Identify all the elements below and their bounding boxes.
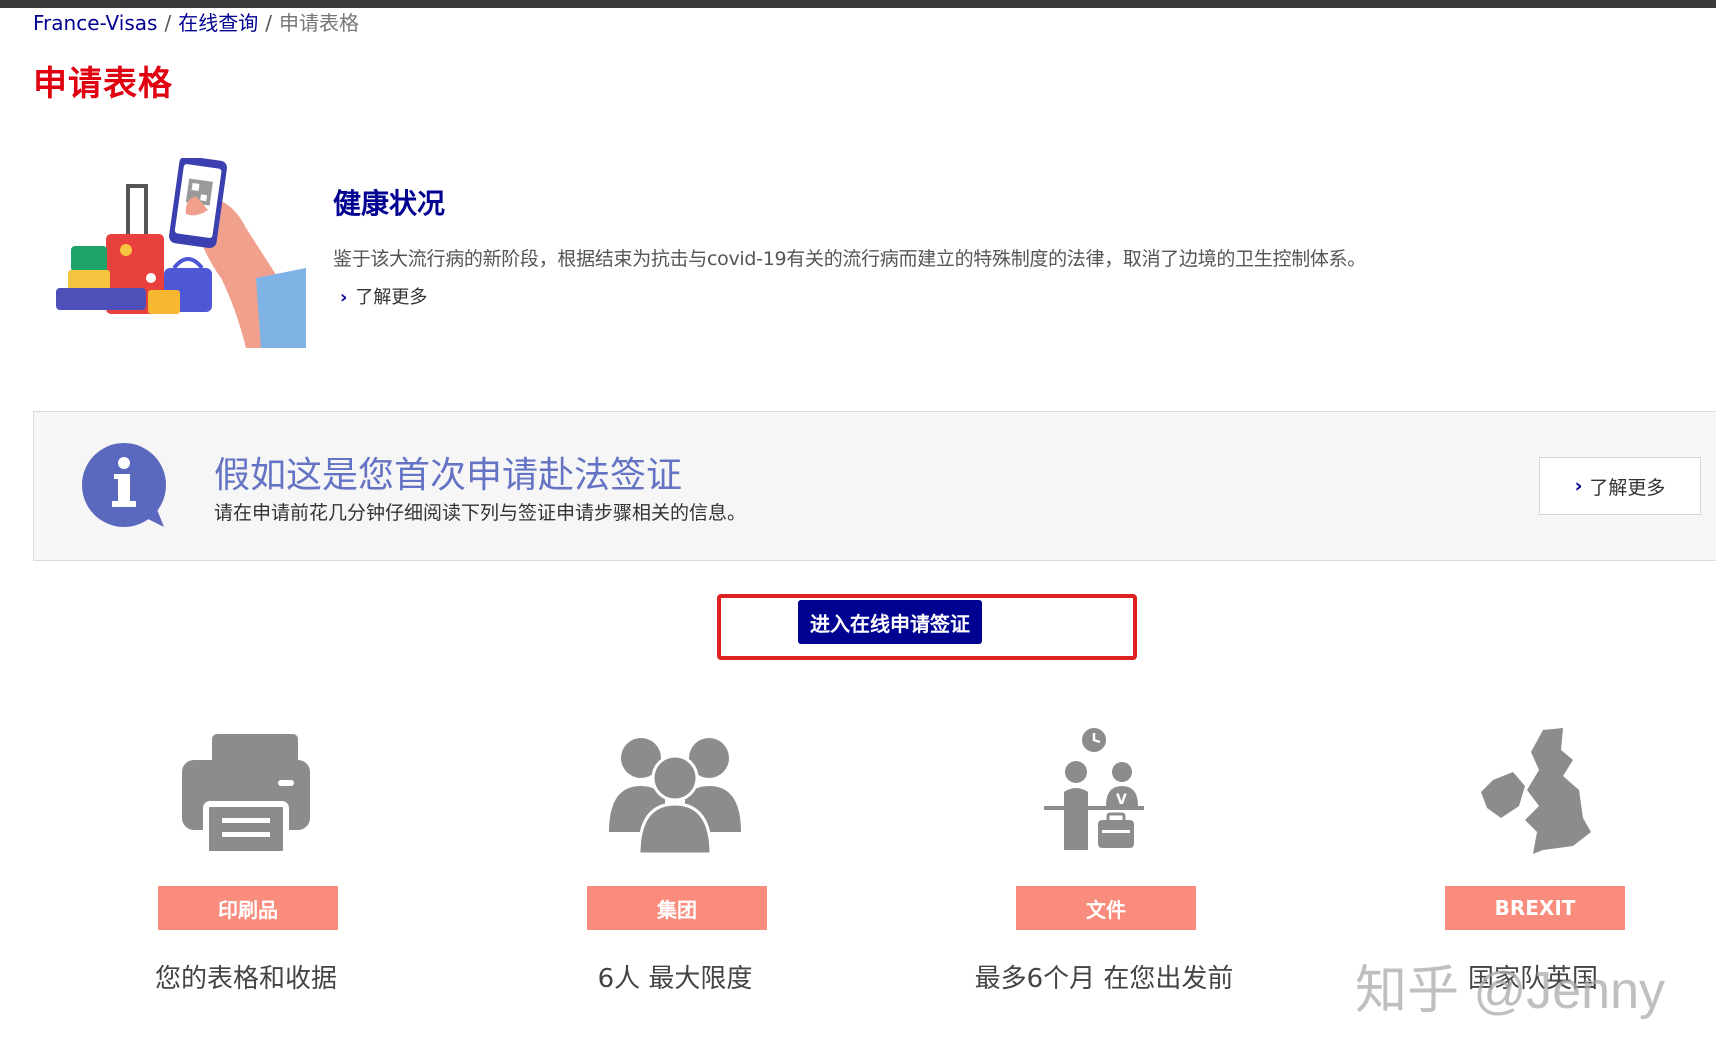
feature-desc-printouts: 您的表格和收据 (154, 964, 337, 994)
zhihu-watermark: 知乎 @Jenny (1355, 962, 1665, 1020)
feature-label-brexit: BREXIT (1445, 886, 1625, 930)
apply-online-button[interactable]: 进入在线申请签证 (798, 600, 982, 644)
info-icon (82, 443, 166, 527)
breadcrumb-home-link[interactable]: France-Visas (33, 11, 157, 35)
feature-label-documents: 文件 (1016, 886, 1196, 930)
page-title: 申请表格 (33, 64, 173, 104)
feature-desc-group: 6人 最大限度 (597, 964, 753, 994)
luggage-phone-illustration (56, 158, 306, 348)
info-learn-more-label: 了解更多 (1589, 476, 1666, 499)
chevron-right-icon: › (1574, 475, 1583, 497)
breadcrumb-separator: / (265, 11, 272, 35)
printer-icon (182, 734, 310, 857)
uk-map-icon (1481, 728, 1591, 854)
breadcrumb-current: 申请表格 (278, 11, 359, 35)
travel-clock-icon: V (1044, 728, 1144, 850)
health-section-text: 鉴于该大流行病的新阶段，根据结束为抗击与covid-19有关的流行病而建立的特殊… (333, 248, 1366, 270)
breadcrumb-separator: / (164, 11, 172, 35)
breadcrumb: France-Visas / 在线查询 / 申请表格 (33, 9, 359, 37)
info-panel-title: 假如这是您首次申请赴法签证 (214, 455, 683, 496)
group-icon (609, 738, 741, 856)
health-learn-more-link[interactable]: › 了解更多 (340, 283, 427, 309)
info-panel-text: 请在申请前花几分钟仔细阅读下列与签证申请步骤相关的信息。 (214, 502, 747, 524)
health-learn-more-label: 了解更多 (355, 287, 428, 308)
feature-desc-documents: 最多6个月 在您出发前 (974, 964, 1234, 994)
breadcrumb-section-link[interactable]: 在线查询 (178, 11, 258, 35)
first-application-info-panel: 假如这是您首次申请赴法签证 请在申请前花几分钟仔细阅读下列与签证申请步骤相关的信… (33, 411, 1716, 561)
chevron-right-icon: › (340, 287, 348, 308)
browser-top-bar (0, 0, 1716, 8)
svg-text:V: V (1116, 792, 1127, 808)
feature-label-group: 集团 (587, 886, 767, 930)
info-learn-more-button[interactable]: › 了解更多 (1539, 457, 1701, 515)
feature-label-printouts: 印刷品 (158, 886, 338, 930)
health-section-title: 健康状况 (333, 187, 446, 220)
